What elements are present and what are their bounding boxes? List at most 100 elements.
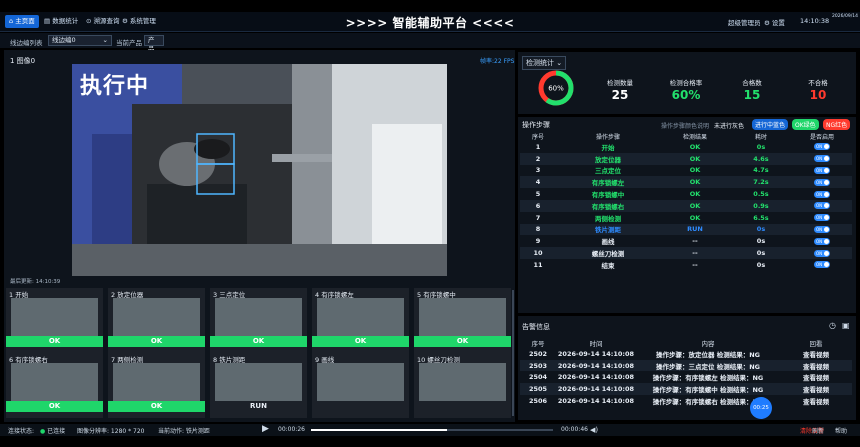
history-icon[interactable]: ◷ [829, 321, 836, 330]
step-name: 画线 [601, 238, 615, 247]
play-icon[interactable]: ▶ [262, 424, 269, 434]
step-result: OK [660, 199, 730, 212]
stat-pass-value: 15 [743, 88, 761, 102]
table-header-row: 序号 操作步骤 检测结果 耗时 是否启用 [520, 131, 852, 141]
thumbnail-status: OK [108, 401, 205, 412]
alarm-time: 2026-09-14 14:10:08 [556, 359, 636, 372]
line-select[interactable]: 线边编0 ⌄ [48, 35, 112, 46]
floating-badge[interactable]: 00:25 [750, 397, 772, 419]
toggle-label: ON [816, 262, 823, 268]
step-thumbnail[interactable]: 5 有序锁螺中 OK [414, 288, 511, 353]
view-video-link[interactable]: 查看视频 [780, 359, 852, 372]
step-result: OK [689, 213, 701, 222]
help-button[interactable]: 帮助 [835, 426, 847, 435]
enable-toggle[interactable]: ON [814, 166, 830, 174]
table-row[interactable]: 9 画线 -- 0s ON [520, 235, 852, 247]
enable-toggle[interactable]: ON [814, 178, 830, 186]
export-icon[interactable]: ▣ [842, 321, 850, 330]
enable-toggle[interactable]: ON [814, 143, 830, 151]
step-thumbnail[interactable]: 10 螺丝刀检测 [414, 353, 511, 418]
enable-toggle[interactable]: ON [814, 249, 830, 257]
table-row[interactable]: 1 开始 OK 0s ON [520, 141, 852, 153]
stat-fail-value: 10 [809, 88, 827, 102]
step-thumbnail[interactable]: 4 有序锁螺左 OK [312, 288, 409, 353]
legend-ng: NG红色 [823, 119, 851, 130]
stat-pass-rate-label: 检测合格率 [669, 79, 703, 87]
alarm-time: 2026-09-14 14:10:08 [556, 383, 636, 395]
enable-toggle[interactable]: ON [814, 190, 830, 198]
volume-icon[interactable]: ◀) [590, 426, 598, 434]
step-time: 0s [730, 247, 792, 259]
thumbnail-scrollbar[interactable] [512, 290, 514, 416]
thumbnail-image [215, 298, 302, 336]
step-thumbnail[interactable]: 1 开始 OK [6, 288, 103, 353]
enable-toggle[interactable]: ON [814, 237, 830, 245]
view-video-link[interactable]: 查看视频 [780, 395, 852, 407]
alarm-content: 操作步骤：有序锁螺左 检测结果：NG [652, 374, 764, 383]
enable-toggle[interactable]: ON [814, 155, 830, 163]
step-thumbnail[interactable]: 6 有序锁螺右 OK [6, 353, 103, 418]
step-enable-cell: ON [792, 247, 852, 259]
table-row[interactable]: 2 放定位器 OK 4.6s ON [520, 152, 852, 165]
thumbnail-image [419, 298, 506, 336]
top-nav-bar: ⌂ 主页面 ▤ 数据统计 ⊙ 溯源查询 ⚙ 系统管理 >>>> 智能辅助平台 <… [0, 12, 860, 32]
enable-toggle[interactable]: ON [814, 202, 830, 210]
step-number: 10 [520, 247, 556, 259]
enable-toggle[interactable]: ON [814, 261, 830, 269]
sub-toolbar: 线边编列表 线边编0 ⌄ 当前产品 产品 [0, 33, 860, 53]
enable-toggle[interactable]: ON [814, 214, 830, 222]
view-video-link[interactable]: 查看视频 [780, 383, 852, 395]
step-thumbnail[interactable]: 2 放定位器 OK [108, 288, 205, 353]
view-video-link[interactable]: 查看视频 [780, 348, 852, 360]
step-thumbnail[interactable]: 9 画线 [312, 353, 409, 418]
view-video-link[interactable]: 查看视频 [780, 371, 852, 383]
toggle-label: ON [816, 226, 823, 232]
step-thumbnail[interactable]: 3 三点定位 OK [210, 288, 307, 353]
settings-button[interactable]: ⚙ 设置 [764, 17, 785, 27]
thumbnail-status: OK [6, 336, 103, 347]
alarm-title: 告警信息 [522, 323, 550, 331]
player-seek-bar[interactable] [311, 429, 553, 431]
legend-ok: OK绿色 [792, 119, 819, 130]
alarm-number: 2504 [528, 373, 548, 382]
step-number: 8 [520, 223, 556, 236]
step-time: 7.2s [730, 176, 792, 189]
table-row[interactable]: 8 铁片测距 RUN 0s ON [520, 223, 852, 236]
step-result: OK [689, 190, 701, 199]
step-number: 9 [535, 237, 541, 246]
table-row[interactable]: 5 有序锁螺中 OK 0.5s ON [520, 188, 852, 200]
camera-label: 1 图像0 [10, 57, 36, 65]
table-row[interactable]: 10 螺丝刀检测 -- 0s ON [520, 247, 852, 259]
table-row[interactable]: 7 两侧检测 OK 6.5s ON [520, 212, 852, 224]
step-thumbnail[interactable]: 7 两侧检测 OK [108, 353, 205, 418]
table-row[interactable]: 3 三点定位 OK 4.7s ON [520, 165, 852, 177]
step-result: OK [689, 166, 701, 175]
stat-pass-rate-value: 60% [671, 88, 701, 102]
thumbnail-status: OK [108, 336, 205, 347]
step-time: 6.5s [753, 213, 769, 222]
toggle-label: ON [816, 167, 823, 173]
step-thumbnail[interactable]: 8 铁片测距 RUN [210, 353, 307, 418]
current-product-field: 产品 [144, 35, 164, 53]
last-update-text: 最后更新: 14:10:39 [10, 279, 61, 285]
table-row[interactable]: 6 有序锁螺右 OK 0.9s ON [520, 199, 852, 212]
alarm-content: 操作步骤：放定位器 检测结果：NG [655, 350, 761, 359]
alarm-time: 2026-09-14 14:10:08 [557, 396, 635, 405]
step-result: -- [692, 260, 698, 269]
thumbnail-status: OK [414, 336, 511, 347]
step-enable-cell: ON [792, 188, 852, 200]
step-name: 有序锁螺中 [591, 191, 625, 200]
table-row[interactable]: 4 有序锁螺左 OK 7.2s ON [520, 176, 852, 189]
refresh-button[interactable]: 刷新 [812, 426, 824, 435]
table-row[interactable]: 11 结束 -- 0s ON [520, 259, 852, 271]
steps-table: 序号 操作步骤 检测结果 耗时 是否启用 1 开始 OK 0s ON 2 放定位器 OK 4.6… [520, 131, 852, 271]
line-list-label: 线边编列表 [10, 39, 43, 47]
current-action-text: 当前动作: 铁片测距 [158, 428, 210, 435]
step-name: 螺丝刀检测 [556, 247, 660, 259]
steps-legend-text: 操作步骤颜色说明 [661, 123, 710, 130]
user-name[interactable]: 超级管理员 [728, 17, 761, 27]
alarm-number: 2502 [528, 349, 548, 358]
enable-toggle[interactable]: ON [814, 225, 830, 233]
stat-count-value: 25 [611, 88, 629, 102]
seek-fill [311, 429, 447, 431]
